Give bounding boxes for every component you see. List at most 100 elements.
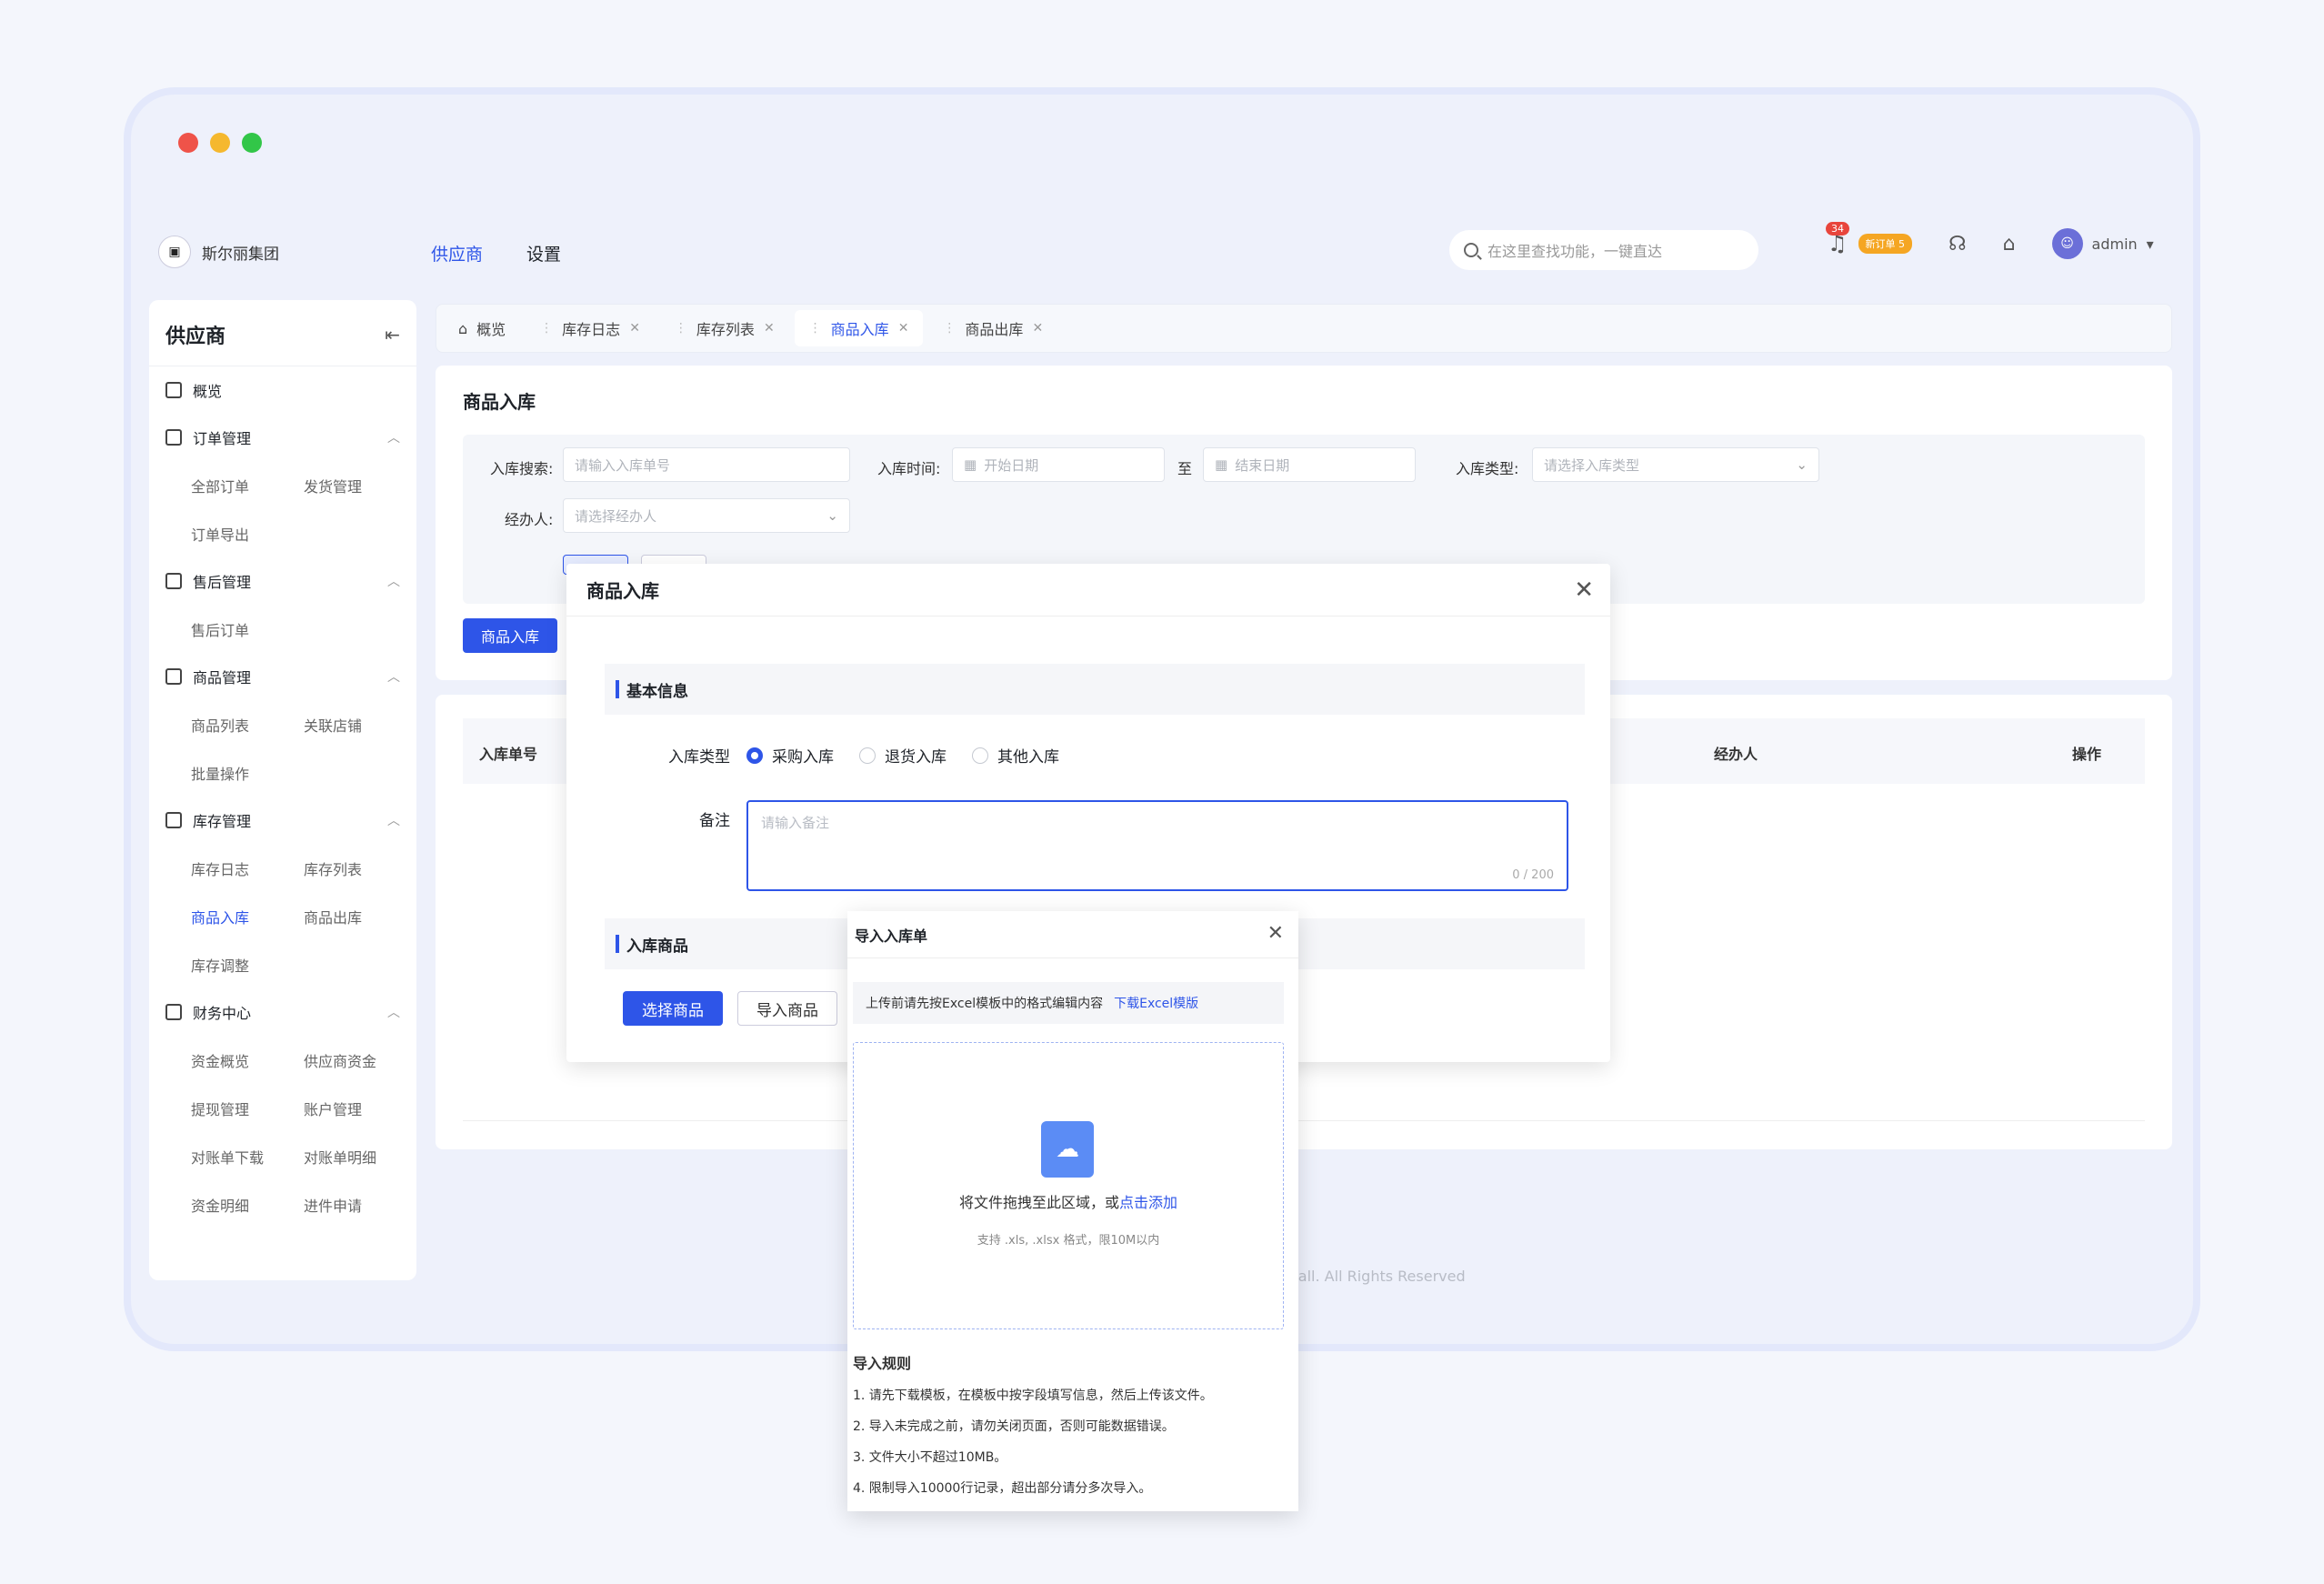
bell-icon[interactable]: ♫ 34 [1826,222,1849,256]
sidebar-subitem[interactable]: 对账单下载 [191,1132,304,1180]
modal-header: 商品入库 ✕ [566,564,1610,617]
drag-handle-icon[interactable]: ⋮ [943,321,956,336]
tab-label: 库存列表 [696,321,755,338]
stock-in-type-radio-group: 采购入库 退货入库 其他入库 [746,744,1059,767]
time-label: 入库时间: [877,460,941,477]
nav-settings[interactable]: 设置 [526,241,561,266]
operator-select[interactable]: 请选择经办人 ⌄ [563,498,850,533]
start-date-input[interactable]: ▦ 开始日期 [952,447,1165,482]
stock-in-search-input[interactable]: 请输入入库单号 [563,447,850,482]
sidebar-subitem[interactable]: 账户管理 [304,1084,416,1132]
dropzone-text: 将文件拖拽至此区域，或点击添加 [854,1190,1283,1212]
sidebar-subitem[interactable]: 库存调整 [191,940,304,988]
sidebar-subitem[interactable]: 批量操作 [191,748,304,797]
sidebar-subitem[interactable]: 对账单明细 [304,1132,416,1180]
radio-purchase[interactable]: 采购入库 [746,744,834,767]
close-icon[interactable]: ✕ [629,321,640,336]
rule-item: 2. 导入未完成之前，请勿关闭页面，否则可能数据错误。 [853,1419,1175,1434]
remark-label: 备注 [699,812,730,830]
sidebar-subitem[interactable]: 提现管理 [191,1084,304,1132]
close-dot[interactable] [178,133,198,153]
sidebar-group-label: 订单管理 [193,430,252,447]
user-name: admin [2091,235,2138,253]
sidebar-subitem[interactable]: 进件申请 [304,1180,416,1228]
remark-textarea[interactable]: 请输入备注 0 / 200 [746,800,1568,891]
radio-checked-icon [746,747,763,764]
tab-overview[interactable]: ⌂ 概览 [444,310,520,346]
tab-stock-out[interactable]: ⋮ 商品出库 ✕ [928,310,1057,346]
select-goods-button[interactable]: 选择商品 [623,991,723,1026]
stock-in-type-select[interactable]: 请选择入库类型 ⌄ [1532,447,1819,482]
sidebar-subitem[interactable]: 商品出库 [304,892,416,940]
sidebar-subitem[interactable]: 商品列表 [191,700,304,748]
sidebar-subitem[interactable]: 资金概览 [191,1036,304,1084]
nav-supplier[interactable]: 供应商 [431,241,483,266]
sidebar-subitem[interactable]: 库存列表 [304,844,416,892]
import-goods-button[interactable]: 导入商品 [737,991,837,1026]
modal-title: 商品入库 [586,580,659,602]
download-template-link[interactable]: 下载Excel模版 [1114,994,1198,1012]
sidebar-subitem[interactable]: 订单导出 [191,509,304,557]
minimize-dot[interactable] [210,133,230,153]
close-icon[interactable]: ✕ [1267,922,1284,945]
tab-stock-in[interactable]: ⋮ 商品入库 ✕ [794,310,924,346]
file-dropzone[interactable]: ☁ 将文件拖拽至此区域，或点击添加 支持 .xls, .xlsx 格式，限10M… [853,1042,1284,1329]
chevron-up-icon: ︿ [387,431,400,446]
click-to-add-link[interactable]: 点击添加 [1119,1194,1177,1211]
radio-return[interactable]: 退货入库 [859,744,947,767]
sidebar-subitem[interactable]: 全部订单 [191,461,304,509]
sidebar-subitem[interactable]: 资金明细 [191,1180,304,1228]
rules-title: 导入规则 [853,1355,912,1372]
sidebar-subitem[interactable]: 关联店铺 [304,700,416,748]
cloud-upload-icon: ☁ [1041,1121,1094,1178]
store-icon[interactable]: ⌂ [2003,233,2016,256]
search-input[interactable]: 在这里查找功能，一键直达 [1449,230,1758,270]
maximize-dot[interactable] [242,133,262,153]
sidebar-header: 供应商 ⇤ [149,300,416,366]
radio-other[interactable]: 其他入库 [972,744,1059,767]
input-placeholder: 开始日期 [984,456,1039,474]
column-header-operator: 经办人 [1714,746,1758,763]
tab-label: 商品入库 [830,321,889,338]
sidebar-group-inventory[interactable]: 库存管理 ︿ [149,797,416,844]
drag-handle-icon[interactable]: ⋮ [675,321,687,336]
sidebar-subitem[interactable]: 库存日志 [191,844,304,892]
close-icon[interactable]: ✕ [1032,321,1043,336]
sidebar-subitem-active[interactable]: 商品入库 [191,892,304,940]
sidebar-subitem[interactable]: 供应商资金 [304,1036,416,1084]
import-modal-title: 导入入库单 [855,927,928,945]
sidebar-group-aftersales[interactable]: 售后管理 ︿ [149,557,416,605]
copyright: Mall. All Rights Reserved [1286,1268,1466,1285]
sidebar-subitem[interactable]: 发货管理 [304,461,416,509]
tab-inventory-log[interactable]: ⋮ 库存日志 ✕ [526,310,655,346]
drag-handle-icon[interactable]: ⋮ [540,321,553,336]
brand[interactable]: ▣ 斯尔丽集团 [158,236,279,268]
user-menu[interactable]: ☺ admin ▾ [2051,228,2154,259]
headset-icon[interactable]: ☊ [1948,233,1967,256]
end-date-input[interactable]: ▦ 结束日期 [1203,447,1416,482]
collapse-sidebar-icon[interactable]: ⇤ [385,324,400,346]
column-header-order-no: 入库单号 [479,746,538,763]
close-icon[interactable]: ✕ [898,321,909,336]
sidebar-submenu-finance: 资金概览 供应商资金 提现管理 账户管理 对账单下载 对账单明细 资金明细 进件… [149,1036,416,1228]
add-stock-in-button[interactable]: 商品入库 [463,618,557,653]
sidebar-group-goods[interactable]: 商品管理 ︿ [149,653,416,700]
drag-handle-icon[interactable]: ⋮ [809,321,822,336]
page-tabs: ⌂ 概览 ⋮ 库存日志 ✕ ⋮ 库存列表 ✕ ⋮ 商品入库 ✕ ⋮ 商品出库 ✕ [436,304,2172,353]
tab-label: 商品出库 [965,321,1024,338]
type-label: 入库类型: [1456,460,1519,477]
close-icon[interactable]: ✕ [764,321,775,336]
sidebar-group-label: 商品管理 [193,669,252,687]
new-order-badge[interactable]: 新订单 5 [1858,234,1913,254]
chevron-up-icon: ︿ [387,814,400,828]
sidebar-group-finance[interactable]: 财务中心 ︿ [149,988,416,1036]
sidebar-subitem[interactable]: 售后订单 [191,605,304,653]
sidebar-group-orders[interactable]: 订单管理 ︿ [149,414,416,461]
sidebar: 供应商 ⇤ 概览 订单管理 ︿ 全部订单 发货管理 订单导出 售后管理 ︿ 售后… [149,300,416,1280]
sidebar-item-overview[interactable]: 概览 [149,366,416,414]
avatar: ☺ [2051,228,2083,259]
inventory-icon [165,812,182,828]
dashboard-icon [165,382,182,398]
close-icon[interactable]: ✕ [1574,576,1594,604]
tab-inventory-list[interactable]: ⋮ 库存列表 ✕ [660,310,789,346]
